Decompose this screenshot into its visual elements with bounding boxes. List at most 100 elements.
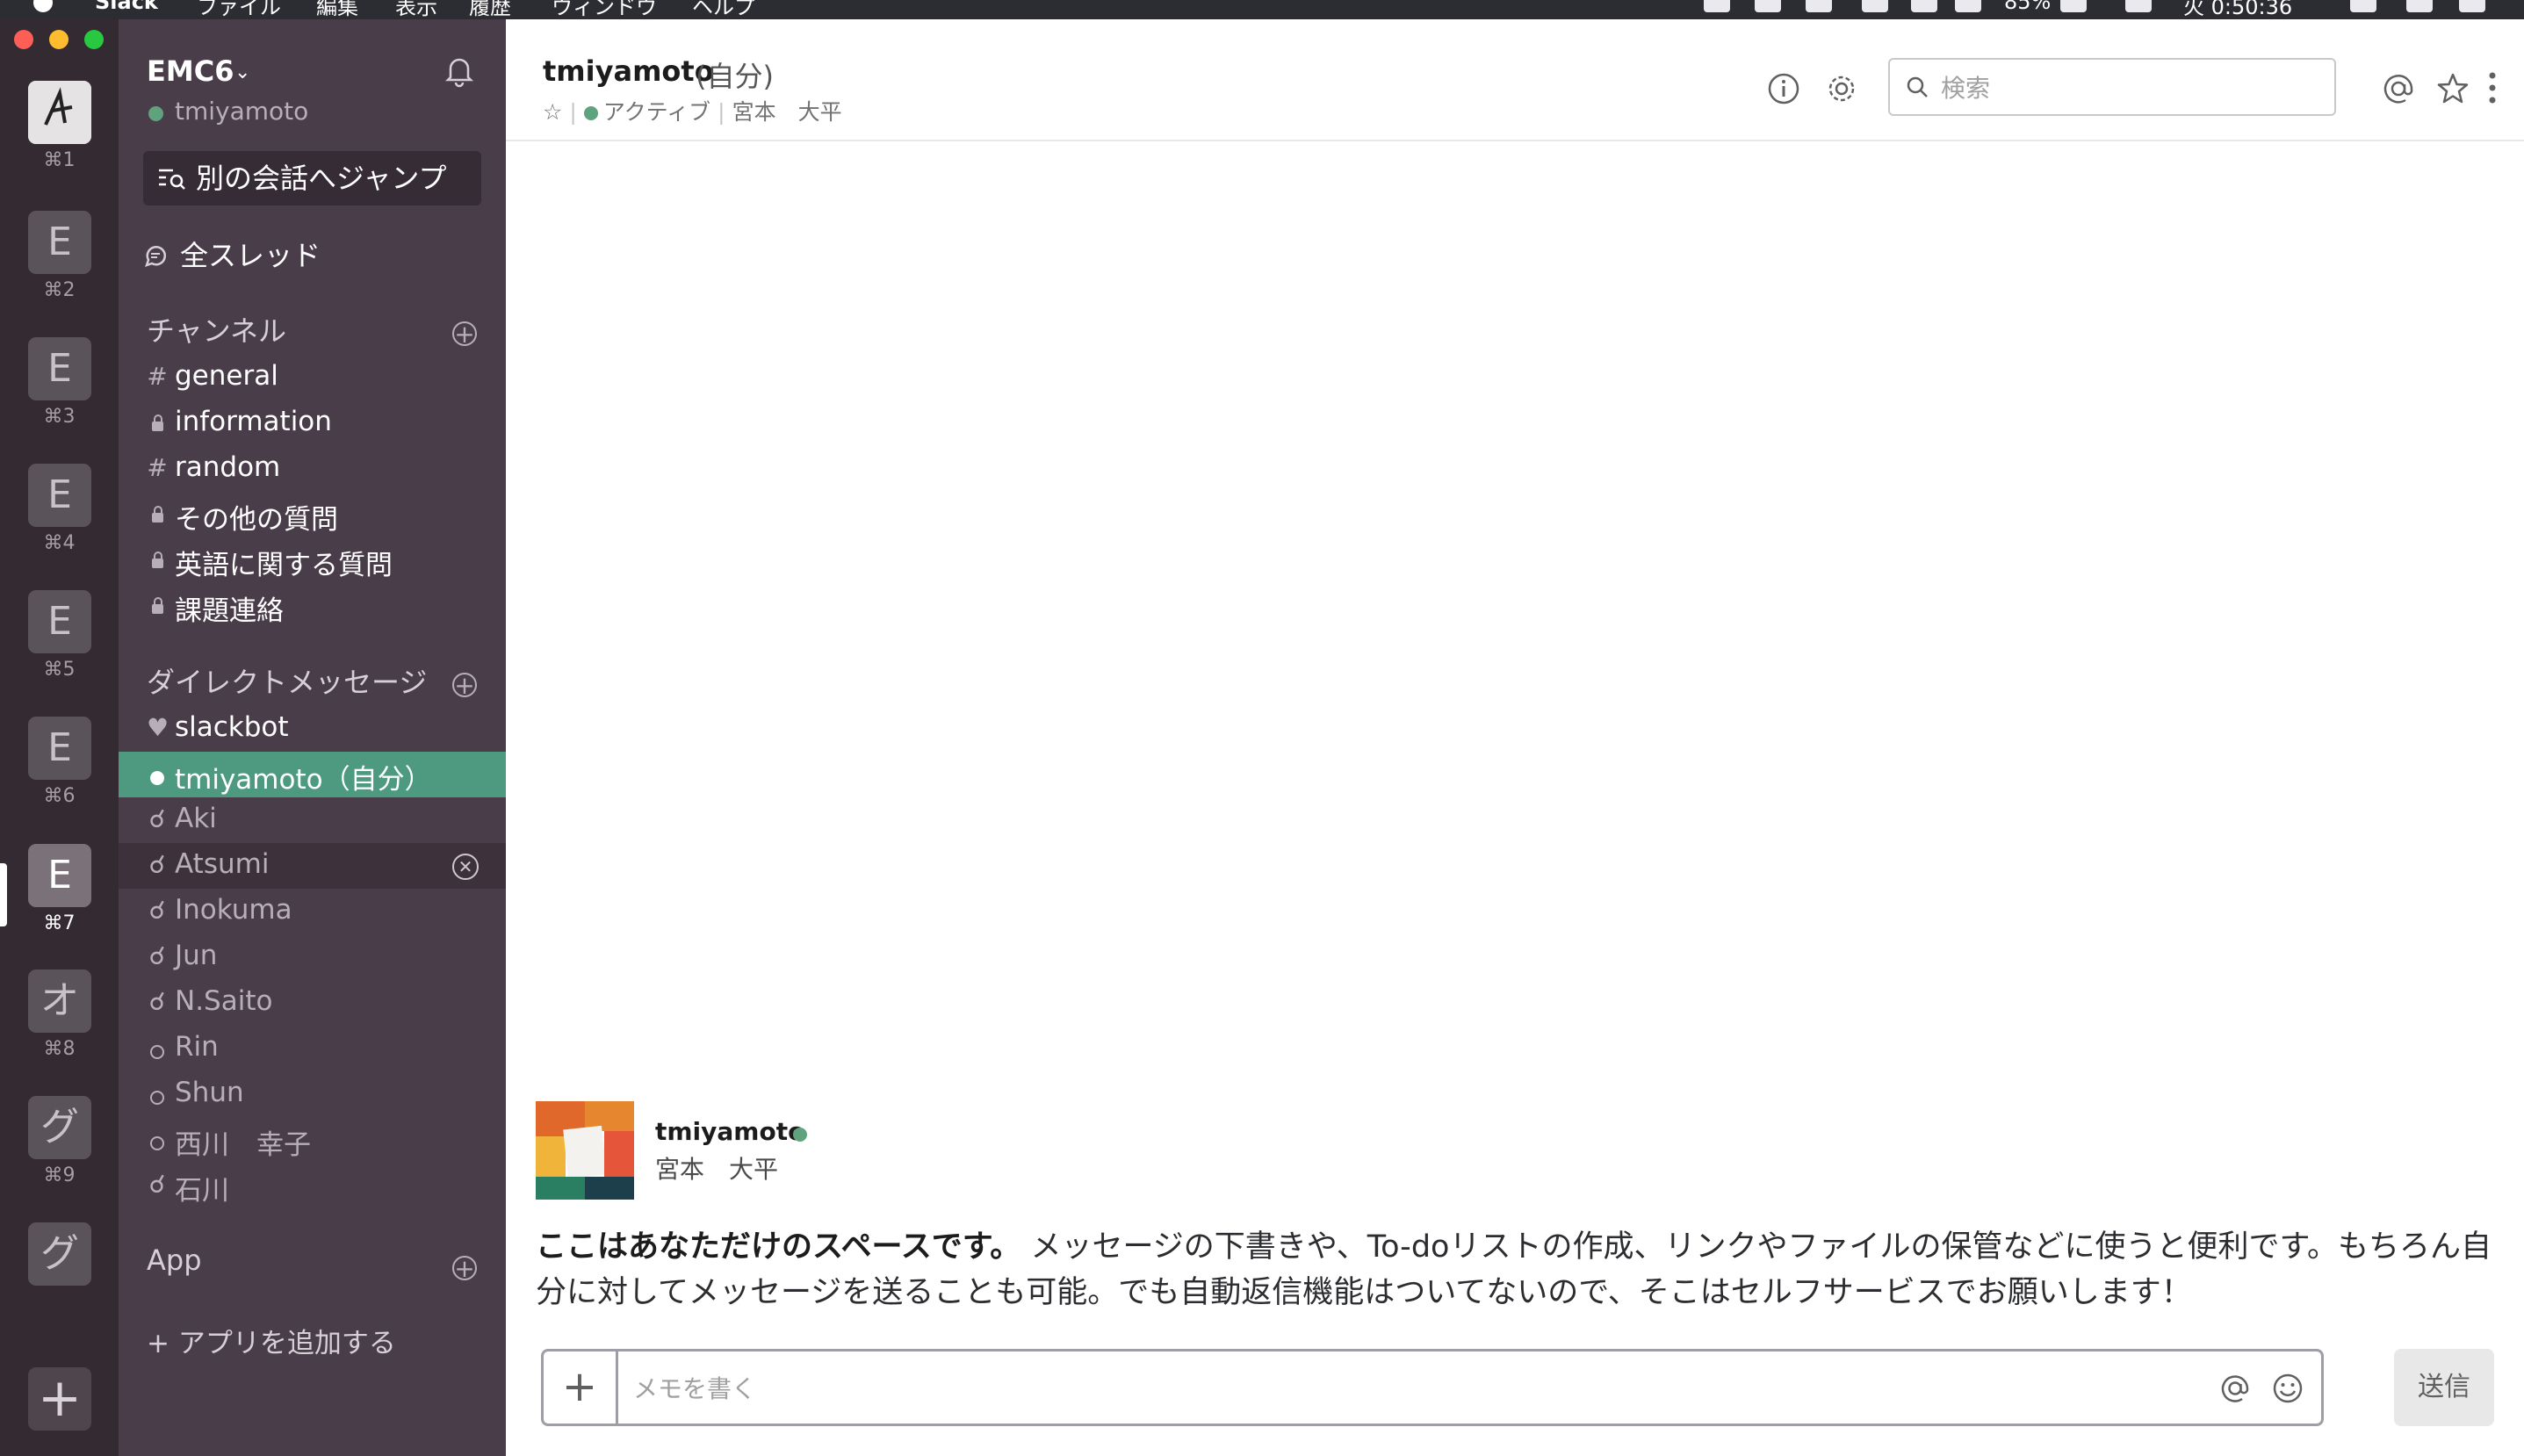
app-menu[interactable]: Slack: [95, 0, 158, 14]
workspace-tile[interactable]: E: [28, 337, 91, 400]
workspace-tile[interactable]: E: [28, 717, 91, 780]
workspace-tile[interactable]: グ: [28, 1096, 91, 1159]
main-pane: tmiyamoto (自分) ☆ | アクティブ | 宮本 大平 検索 tmiy…: [506, 19, 2524, 1456]
sidebar: EMC6 ⌄ tmiyamoto 別の会話へジャンプ 全スレッド チャンネル +…: [119, 19, 506, 1456]
workspace-shortcut: ⌘3: [43, 406, 76, 428]
workspace-tile[interactable]: E: [28, 590, 91, 653]
intro-username[interactable]: tmiyamoto: [655, 1117, 804, 1146]
search-box[interactable]: [1888, 58, 2336, 116]
sidebar-item-tmiyamoto[interactable]: tmiyamoto（自分）: [119, 752, 506, 797]
add-app-link[interactable]: + アプリを追加する: [147, 1321, 396, 1360]
dropbox-icon[interactable]: [1755, 0, 1781, 12]
bell-icon[interactable]: [442, 53, 477, 88]
star-small-icon[interactable]: ☆: [543, 99, 562, 125]
send-button[interactable]: 送信: [2394, 1349, 2494, 1426]
close-dm-icon[interactable]: ✕: [452, 854, 479, 880]
sidebar-item-jun[interactable]: ☌ Jun: [119, 934, 506, 980]
sidebar-item-aki[interactable]: ☌ Aki: [119, 797, 506, 843]
minimize-window-button[interactable]: [49, 30, 69, 49]
search-input[interactable]: [1939, 67, 2311, 109]
sidebar-item-inokuma[interactable]: ☌ Inokuma: [119, 889, 506, 934]
workspace-tile[interactable]: グ: [28, 1222, 91, 1286]
chevron-down-icon[interactable]: ⌄: [234, 61, 250, 83]
siri-icon[interactable]: [2406, 0, 2433, 12]
add-dm-button[interactable]: +: [452, 673, 477, 698]
sidebar-item-random[interactable]: # random: [119, 446, 506, 492]
apps-section-title[interactable]: App: [147, 1243, 202, 1277]
workspace-tile[interactable]: E: [28, 211, 91, 274]
sidebar-item-shun[interactable]: Shun: [119, 1071, 506, 1117]
menu-help[interactable]: ヘルプ: [692, 0, 755, 19]
zoom-window-button[interactable]: [84, 30, 104, 49]
mention-icon[interactable]: [2218, 1371, 2253, 1406]
status-icon[interactable]: [1862, 0, 1888, 12]
hash-icon: #: [147, 453, 168, 482]
sidebar-item-information[interactable]: information: [119, 400, 506, 446]
gear-icon[interactable]: [1823, 70, 1860, 107]
workspace-tile-active[interactable]: E: [28, 844, 91, 907]
jump-to-conversation-button[interactable]: 別の会話へジャンプ: [143, 151, 481, 205]
add-workspace-button[interactable]: +: [28, 1367, 91, 1431]
all-threads-item[interactable]: 全スレッド: [143, 234, 477, 272]
sidebar-item-slackbot[interactable]: ♥ slackbot: [119, 706, 506, 752]
channel-meta: ☆ | アクティブ | 宮本 大平: [543, 99, 842, 125]
notification-center-icon[interactable]: [2459, 0, 2485, 12]
avatar[interactable]: [536, 1101, 634, 1200]
battery-icon[interactable]: [2060, 0, 2087, 12]
dm-section-title[interactable]: ダイレクトメッセージ: [147, 660, 427, 701]
workspace-shortcut: ⌘9: [43, 1164, 76, 1186]
lock-icon: [147, 407, 168, 437]
presence-away-icon: [147, 1124, 168, 1157]
search-icon: [1907, 76, 1928, 97]
shared-user-icon: ☌: [148, 850, 166, 879]
info-icon[interactable]: [1765, 70, 1802, 107]
menu-history[interactable]: 履歴: [469, 0, 511, 19]
sidebar-item-rin[interactable]: Rin: [119, 1026, 506, 1071]
battery-percent: 85%: [2004, 0, 2052, 14]
jump-label: 別の会話へジャンプ: [196, 162, 447, 195]
menu-view[interactable]: 表示: [395, 0, 437, 19]
attach-button[interactable]: +: [544, 1351, 618, 1424]
current-user[interactable]: tmiyamoto: [175, 97, 308, 126]
spotlight-icon[interactable]: [2350, 0, 2376, 12]
add-app-plus-button[interactable]: +: [452, 1256, 477, 1281]
menu-edit[interactable]: 編集: [316, 0, 358, 19]
more-options-icon[interactable]: [2487, 70, 2498, 105]
workspace-tile[interactable]: E: [28, 464, 91, 527]
threads-label: 全スレッド: [180, 239, 321, 272]
workspace-tile[interactable]: オ: [28, 969, 91, 1033]
star-icon[interactable]: [2434, 70, 2471, 107]
sidebar-item-ishikawa[interactable]: ☌ 石川: [119, 1163, 506, 1208]
workspace-logo-icon: [28, 81, 91, 144]
menu-window[interactable]: ウィンドウ: [552, 0, 657, 19]
emoji-icon[interactable]: [2270, 1371, 2305, 1406]
sidebar-item-general[interactable]: # general: [119, 355, 506, 400]
sidebar-item-atsumi[interactable]: ☌ Atsumi ✕: [119, 843, 506, 889]
add-channel-button[interactable]: +: [452, 321, 477, 347]
input-method-icon[interactable]: [2125, 0, 2152, 12]
channel-title[interactable]: tmiyamoto: [543, 54, 714, 88]
hash-icon: #: [147, 362, 168, 391]
status-icon[interactable]: [1806, 0, 1832, 12]
mentions-icon[interactable]: [2380, 70, 2417, 107]
intro-description: ここはあなただけのスペースです。 メッセージの下書きや、To-doリストの作成、…: [536, 1224, 2503, 1315]
menu-file[interactable]: ファイル: [197, 0, 281, 19]
wifi-icon[interactable]: [1955, 0, 1981, 12]
status-icon[interactable]: [1911, 0, 1937, 12]
sidebar-item-nsaito[interactable]: ☌ N.Saito: [119, 980, 506, 1026]
heart-icon: ♥: [147, 713, 169, 742]
team-name[interactable]: EMC6: [147, 54, 234, 88]
sidebar-item-other-questions[interactable]: その他の質問: [119, 492, 506, 537]
apple-menu-icon[interactable]: [33, 0, 53, 12]
workspace-ales-nova[interactable]: [28, 81, 91, 144]
status-icon[interactable]: [1704, 0, 1730, 12]
message-input[interactable]: [631, 1366, 2181, 1411]
shared-user-icon: ☌: [148, 804, 166, 833]
menubar-clock[interactable]: 火 0:50:36: [2183, 0, 2292, 19]
sidebar-item-nishikawa[interactable]: 西川 幸子: [119, 1117, 506, 1163]
sidebar-item-assignments[interactable]: 課題連絡: [119, 583, 506, 629]
sidebar-item-english-questions[interactable]: 英語に関する質問: [119, 537, 506, 583]
close-window-button[interactable]: [14, 30, 33, 49]
dm-name: Rin: [175, 1031, 219, 1063]
channels-section-title[interactable]: チャンネル: [147, 309, 286, 350]
